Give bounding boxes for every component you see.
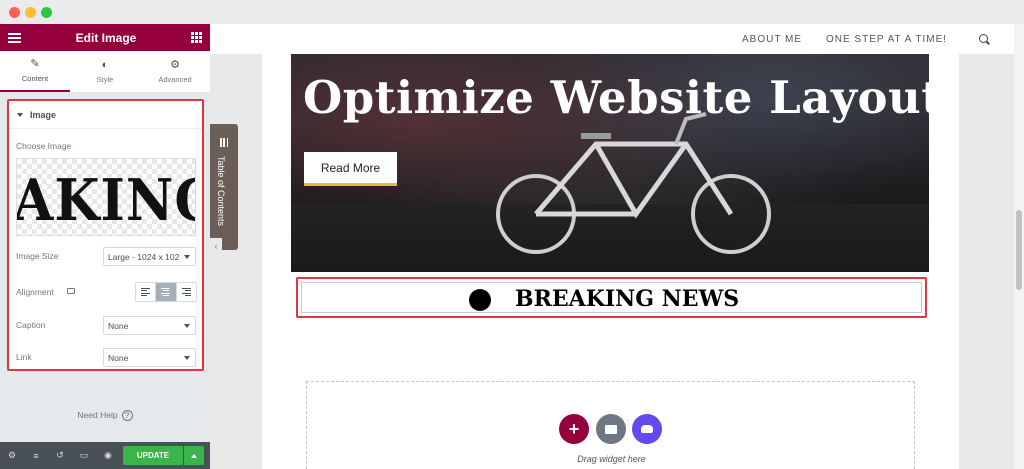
- panel-footer: ⚙ ≡ ↺ ▭ ◉ UPDATE: [0, 442, 210, 469]
- image-size-value: Large - 1024 x 102: [108, 251, 180, 262]
- toc-label: Table of Contents: [216, 156, 226, 227]
- breaking-news-image: BREAKING NEWS: [301, 282, 922, 313]
- update-button[interactable]: UPDATE: [123, 446, 183, 465]
- tab-style[interactable]: ◐ Style: [70, 51, 140, 92]
- responsive-icon[interactable]: ▭: [78, 450, 90, 461]
- editor-panel: Edit Image ✎ Content ◐ Style ⚙ Advanced …: [0, 24, 210, 469]
- image-section: Image Choose Image AKING Image Size Larg…: [7, 99, 204, 371]
- need-help-link[interactable]: Need Help?: [0, 410, 210, 421]
- panel-tabs: ✎ Content ◐ Style ⚙ Advanced: [0, 51, 210, 93]
- breaking-news-text: BREAKING NEWS: [515, 286, 740, 312]
- align-center-button[interactable]: [156, 283, 177, 301]
- preview-eye-icon[interactable]: ◉: [102, 450, 114, 461]
- image-size-select[interactable]: Large - 1024 x 102: [103, 247, 196, 266]
- chevron-down-icon: [184, 255, 190, 259]
- alignment-label: Alignment: [16, 287, 54, 297]
- tab-content-label: Content: [21, 73, 49, 83]
- image-section-header[interactable]: Image: [9, 101, 202, 129]
- window-titlebar: [0, 0, 1024, 24]
- panel-header: Edit Image: [0, 24, 210, 51]
- caption-select[interactable]: None: [103, 316, 196, 335]
- chevron-down-icon: [184, 356, 190, 360]
- toc-list-icon: [220, 138, 228, 147]
- caption-label: Caption: [16, 320, 46, 330]
- close-window-button[interactable]: [9, 7, 20, 18]
- chevron-up-icon: [191, 453, 197, 458]
- collapse-panel-button[interactable]: ‹: [210, 238, 222, 254]
- link-value: None: [108, 352, 129, 363]
- layers-icon[interactable]: ≡: [30, 451, 42, 461]
- folder-icon: [605, 424, 617, 434]
- align-left-button[interactable]: [136, 283, 157, 301]
- caption-value: None: [108, 320, 129, 331]
- image-chooser[interactable]: AKING: [16, 158, 196, 236]
- site-navbar: ABOUT ME ONE STEP AT A TIME!: [210, 24, 1014, 54]
- search-icon[interactable]: [979, 34, 988, 43]
- tab-advanced[interactable]: ⚙ Advanced: [140, 51, 210, 92]
- contrast-icon: ◐: [101, 58, 109, 71]
- align-right-button[interactable]: [177, 283, 196, 301]
- table-of-contents-tab[interactable]: Table of Contents: [210, 124, 238, 250]
- maximize-window-button[interactable]: [41, 7, 52, 18]
- minimize-window-button[interactable]: [25, 7, 36, 18]
- pencil-icon: ✎: [30, 57, 40, 70]
- tab-style-label: Style: [96, 74, 114, 84]
- alignment-control: [135, 282, 197, 302]
- template-library-button[interactable]: [596, 414, 626, 444]
- hamburger-icon[interactable]: [8, 32, 21, 43]
- link-select[interactable]: None: [103, 348, 196, 367]
- gear-icon: ⚙: [170, 58, 180, 71]
- desktop-icon[interactable]: [67, 288, 75, 294]
- settings-icon[interactable]: ⚙: [6, 450, 18, 461]
- panel-title: Edit Image: [75, 30, 137, 45]
- addons-button[interactable]: [632, 414, 662, 444]
- choose-image-label: Choose Image: [16, 141, 72, 151]
- scrollbar-thumb[interactable]: [1016, 210, 1022, 290]
- question-icon: ?: [121, 410, 133, 421]
- image-section-title: Image: [30, 109, 57, 120]
- update-options-button[interactable]: [184, 446, 204, 465]
- link-label: Link: [16, 352, 32, 362]
- robot-icon: [641, 425, 653, 433]
- need-help-label: Need Help: [77, 410, 118, 420]
- drag-widget-text: Drag widget here: [577, 454, 646, 464]
- page-scrollbar[interactable]: [1014, 24, 1024, 469]
- image-preview: AKING: [16, 167, 195, 235]
- image-size-label: Image Size: [16, 251, 59, 261]
- read-more-button[interactable]: Read More: [304, 152, 397, 186]
- nav-one-step[interactable]: ONE STEP AT A TIME!: [826, 34, 947, 45]
- bullet-dot: [469, 289, 491, 311]
- hero-banner: Optimize Website Layout Read More: [291, 54, 929, 272]
- caret-down-icon: [17, 112, 23, 117]
- grid-icon[interactable]: [191, 32, 202, 43]
- history-icon[interactable]: ↺: [54, 450, 66, 461]
- nav-about-me[interactable]: ABOUT ME: [742, 34, 802, 45]
- tab-content[interactable]: ✎ Content: [0, 51, 70, 92]
- chevron-down-icon: [184, 324, 190, 328]
- widget-dropzone[interactable]: + Drag widget here: [306, 381, 915, 469]
- hero-title: Optimize Website Layout: [303, 71, 929, 124]
- tab-advanced-label: Advanced: [158, 74, 192, 84]
- breaking-news-widget[interactable]: BREAKING NEWS: [296, 277, 927, 318]
- add-section-button[interactable]: +: [559, 414, 589, 444]
